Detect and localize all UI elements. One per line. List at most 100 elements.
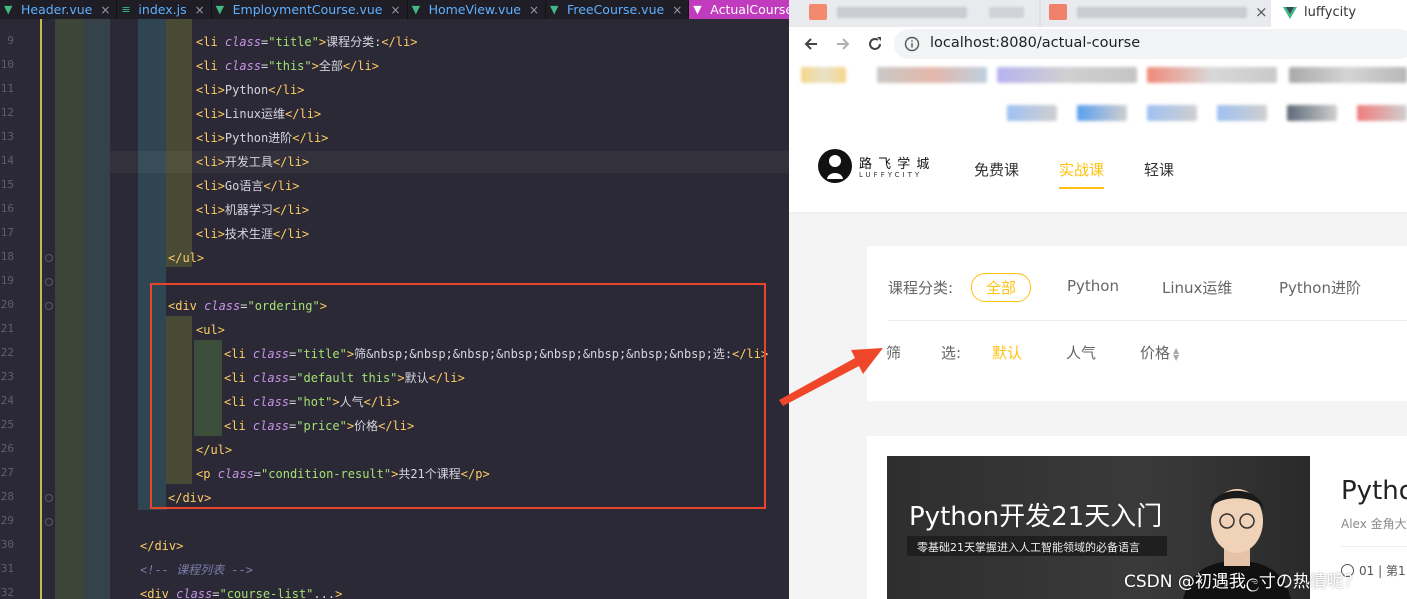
highlight-box xyxy=(150,283,766,509)
fold-marker-icon[interactable] xyxy=(45,278,53,286)
code-line: <li>Python</li> xyxy=(196,82,304,98)
vue-icon: ▼ xyxy=(215,2,225,16)
editor-tab[interactable]: ▼ Header.vue × xyxy=(0,0,118,19)
code-line: <li>Go语言</li> xyxy=(196,178,299,194)
category-title: 课程分类: xyxy=(888,279,954,297)
code-token: <li> xyxy=(196,179,225,193)
line-number: 31 xyxy=(0,562,14,575)
close-icon[interactable]: × xyxy=(391,3,401,17)
editor-tab-label: HomeView.vue xyxy=(428,2,521,17)
bookmark-blurred[interactable] xyxy=(1287,105,1337,121)
code-line: </div> xyxy=(140,538,183,554)
bookmark-blurred[interactable] xyxy=(1289,67,1407,83)
vue-logo-icon xyxy=(1283,7,1297,19)
code-token: Python xyxy=(224,83,269,97)
filter-item[interactable]: 人气 xyxy=(1066,342,1096,363)
code-line: <li>机器学习</li> xyxy=(196,202,309,218)
category-item[interactable]: Python进阶 xyxy=(1279,277,1361,298)
csdn-watermark: CSDN @初遇我ල寸の热情呢？ xyxy=(1124,572,1361,592)
fold-marker-icon[interactable] xyxy=(45,494,53,502)
nav-item[interactable]: 轻课 xyxy=(1144,159,1174,180)
code-token: > xyxy=(318,35,327,49)
forward-arrow-icon[interactable] xyxy=(835,36,851,52)
close-icon[interactable]: × xyxy=(100,3,110,17)
browser-tab-active[interactable]: luffycity xyxy=(1271,0,1407,27)
bookmark-blurred[interactable] xyxy=(1147,105,1197,121)
bookmark-blurred[interactable] xyxy=(997,67,1137,83)
close-icon[interactable]: × xyxy=(1255,3,1268,21)
line-number: 10 xyxy=(0,58,14,71)
nav-item[interactable]: 实战课 xyxy=(1059,159,1105,189)
code-token: <li> xyxy=(196,203,225,217)
code-token: </li> xyxy=(292,131,329,145)
code-token: 技术生涯 xyxy=(224,227,273,241)
info-icon[interactable] xyxy=(904,36,920,52)
editor-tab[interactable]: ▼ EmploymentCourse.vue × xyxy=(212,0,408,19)
fold-marker-icon[interactable] xyxy=(45,518,53,526)
filter-label: 人气 xyxy=(1066,344,1097,362)
code-token: </li> xyxy=(342,59,379,73)
bookmark-blurred[interactable] xyxy=(877,67,987,83)
editor-tab[interactable]: ▼ActualCourse.vue× xyxy=(689,0,789,19)
line-number: 19 xyxy=(0,274,14,287)
code-token: > xyxy=(335,587,343,599)
indent-guide xyxy=(83,19,110,599)
fold-marker-icon[interactable] xyxy=(45,302,53,310)
code-token: </li> xyxy=(381,35,418,49)
address-bar-row: localhost:8080/actual-course xyxy=(789,27,1407,63)
browser-tab-blurred[interactable] xyxy=(789,0,1039,27)
line-number: 14 xyxy=(0,154,14,167)
bookmark-blurred[interactable] xyxy=(1217,105,1267,121)
bookmark-blurred[interactable] xyxy=(1007,105,1057,121)
code-token: Python进阶 xyxy=(224,131,293,145)
fold-marker-icon[interactable] xyxy=(45,254,53,262)
editor-tab-label: FreeCourse.vue xyxy=(567,2,665,17)
bookmark-blurred[interactable] xyxy=(1357,105,1407,121)
browser-tab-title: luffycity xyxy=(1304,5,1357,20)
reload-icon[interactable] xyxy=(867,36,883,52)
course-lesson[interactable]: 01 | 第1 xyxy=(1359,562,1406,579)
vue-icon: ▼ xyxy=(693,2,702,16)
code-token: </div> xyxy=(140,539,184,553)
course-divider xyxy=(1341,546,1407,547)
code-token: <li> xyxy=(196,227,225,241)
omnibox[interactable]: localhost:8080/actual-course xyxy=(894,29,1407,59)
close-icon[interactable]: × xyxy=(195,3,205,17)
code-editor[interactable]: ▼ Header.vue × ≡ index.js × ▼ EmploymentCourse.… xyxy=(0,0,789,599)
course-title[interactable]: Pytho xyxy=(1341,476,1407,506)
code-token: 机器学习 xyxy=(224,203,273,217)
filter-title-1: 筛 xyxy=(886,344,902,362)
editor-tab[interactable]: ▼ FreeCourse.vue × xyxy=(546,0,690,19)
editor-tab[interactable]: ▼ HomeView.vue × xyxy=(408,0,547,19)
category-item[interactable]: Python xyxy=(1067,277,1119,295)
bookmark-blurred[interactable] xyxy=(1147,67,1277,83)
banner-title: Python开发21天入门 xyxy=(909,502,1163,532)
bookmark-blurred[interactable] xyxy=(1077,105,1127,121)
code-token: <li> xyxy=(196,131,225,145)
js-file-icon: ≡ xyxy=(121,2,131,16)
code-line: <div class="course-list"...> xyxy=(140,586,342,599)
filter-item[interactable]: 默认 xyxy=(992,342,1022,363)
category-item[interactable]: Linux运维 xyxy=(1162,277,1232,298)
line-number: 27 xyxy=(0,466,14,479)
category-item[interactable]: 全部 xyxy=(971,273,1032,302)
code-token: > xyxy=(311,59,319,73)
code-line: <li>Python进阶</li> xyxy=(196,130,328,146)
code-token: <li xyxy=(196,59,225,73)
bookmark-blurred[interactable] xyxy=(801,67,846,83)
browser-tab-blurred[interactable]: × xyxy=(1041,0,1271,27)
nav-item[interactable]: 免费课 xyxy=(974,159,1019,180)
code-line: <li>Linux运维</li> xyxy=(196,106,321,122)
code-token: </li> xyxy=(263,179,300,193)
code-line: <li class="this">全部</li> xyxy=(196,58,379,74)
filter-title-2: 选: xyxy=(941,344,962,362)
close-icon[interactable]: × xyxy=(672,3,682,17)
vue-icon: ▼ xyxy=(550,2,559,16)
editor-tab-label: ActualCourse.vue xyxy=(710,2,789,17)
logo-cn-text: 路 飞 学 城 xyxy=(859,157,931,172)
editor-tab[interactable]: ≡ index.js × xyxy=(117,0,212,19)
logo[interactable]: 路 飞 学 城 LUFFYCITY xyxy=(817,148,947,188)
back-arrow-icon[interactable] xyxy=(803,36,819,52)
filter-item[interactable]: 价格 ▲ ▼ xyxy=(1140,342,1179,363)
close-icon[interactable]: × xyxy=(529,3,539,17)
